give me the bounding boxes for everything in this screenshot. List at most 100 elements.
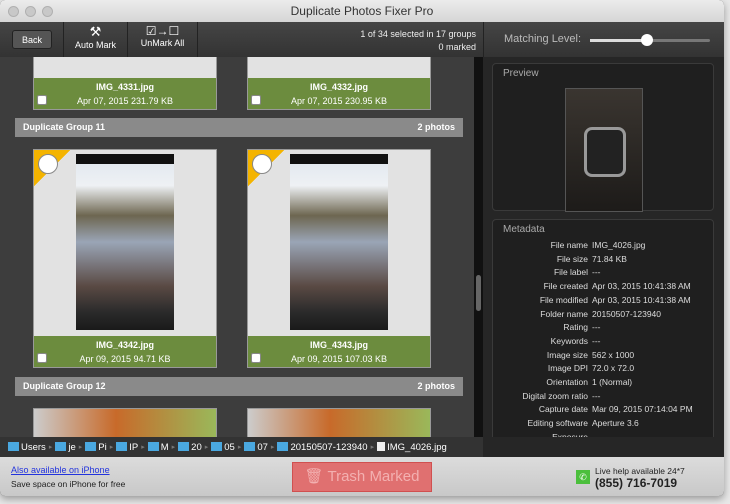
metadata-value: Apr 03, 2015 10:41:38 AM: [592, 281, 691, 292]
details-panel: Preview Metadata File name IMG_4026.jpg Fil…: [483, 57, 724, 455]
magic-wand-icon: ⚒: [89, 24, 102, 39]
photo-card[interactable]: [33, 408, 217, 437]
unmark-icon: ☑→☐: [145, 24, 180, 38]
metadata-value: Aperture 3.6: [592, 418, 639, 429]
metadata-value: ---: [592, 335, 601, 346]
zoom-button[interactable]: [42, 6, 53, 17]
path-item[interactable]: Pi: [85, 442, 107, 453]
metadata-row: File label ---: [493, 266, 713, 280]
checkbox[interactable]: [37, 353, 47, 363]
preview-image: [565, 88, 643, 212]
bottom-bar: Also available on iPhone Save space on i…: [0, 457, 724, 496]
folder-icon: [244, 442, 256, 452]
checkbox[interactable]: [251, 353, 261, 363]
metadata-row: File created Apr 03, 2015 10:41:38 AM: [493, 280, 713, 294]
grid-scrollbar[interactable]: [474, 57, 483, 437]
marked-count: 0 marked: [438, 42, 476, 52]
photo-card[interactable]: IMG_4332.jpg Apr 07, 2015 230.95 KB: [247, 57, 431, 110]
metadata-key: Digital zoom ratio: [522, 390, 588, 401]
path-item[interactable]: M: [147, 442, 169, 453]
path-item[interactable]: IMG_4026.jpg: [377, 442, 447, 453]
folder-icon: [8, 442, 19, 452]
metadata-row: Image DPI 72.0 x 72.0: [493, 362, 713, 376]
folder-icon: [85, 442, 97, 452]
photo-card[interactable]: IMG_4342.jpg Apr 09, 2015 94.71 KB: [33, 149, 217, 368]
path-separator-icon: ▸: [370, 444, 375, 451]
folder-icon: [178, 442, 190, 452]
title-bar: Duplicate Photos Fixer Pro: [0, 0, 724, 22]
metadata-key: Rating: [563, 322, 588, 333]
metadata-key: Orientation: [546, 377, 588, 388]
path-item[interactable]: 05: [211, 442, 235, 453]
metadata-key: File size: [556, 253, 588, 264]
photo-card[interactable]: IMG_4331.jpg Apr 07, 2015 231.79 KB: [33, 57, 217, 110]
metadata-row: Orientation 1 (Normal): [493, 376, 713, 390]
app-window: Duplicate Photos Fixer Pro Back ⚒ Auto Ma…: [0, 0, 724, 496]
metadata-value: Apr 03, 2015 10:41:38 AM: [592, 294, 691, 305]
metadata-key: Image DPI: [547, 363, 588, 374]
metadata-value: 20150507-123940: [592, 308, 662, 319]
auto-mark-button[interactable]: ⚒ Auto Mark: [64, 22, 128, 57]
folder-icon: [55, 442, 67, 452]
photo-card[interactable]: IMG_4343.jpg Apr 09, 2015 107.03 KB: [247, 149, 431, 368]
metadata-value: 72.0 x 72.0: [592, 363, 635, 374]
metadata-key: Capture date: [538, 404, 588, 415]
group-header: Duplicate Group 12 2 photos: [15, 377, 463, 396]
trash-icon: 🗑: [304, 468, 328, 485]
metadata-value: 1 (Normal): [592, 377, 633, 388]
folder-icon: [147, 442, 159, 452]
path-separator-icon: ▸: [78, 444, 83, 451]
toolbar: Back ⚒ Auto Mark ☑→☐ UnMark All 1 of 34 se…: [0, 22, 724, 57]
metadata-value: ---: [592, 267, 601, 278]
path-separator-icon: ▸: [48, 444, 53, 451]
window-title: Duplicate Photos Fixer Pro: [290, 4, 434, 18]
path-separator-icon: ▸: [270, 444, 275, 451]
metadata-row: File modified Apr 03, 2015 10:41:38 AM: [493, 294, 713, 308]
metadata-key: Editing software: [527, 418, 588, 429]
metadata-value: ---: [592, 390, 601, 401]
metadata-value: Mar 09, 2015 07:14:04 PM: [592, 404, 693, 415]
unmark-all-button[interactable]: ☑→☐ UnMark All: [128, 22, 198, 57]
metadata-row: Keywords ---: [493, 335, 713, 349]
metadata-row: Capture date Mar 09, 2015 07:14:04 PM: [493, 403, 713, 417]
folder-icon: [277, 442, 289, 452]
metadata-value: 71.84 KB: [592, 253, 627, 264]
phone-icon: ✆: [576, 470, 590, 484]
path-separator-icon: ▸: [109, 444, 114, 451]
metadata-panel: Metadata File name IMG_4026.jpg File size 71…: [492, 219, 714, 455]
preview-panel: Preview: [492, 63, 714, 212]
path-item[interactable]: je: [55, 442, 76, 453]
matching-level-label: Matching Level:: [504, 33, 582, 45]
metadata-key: Image size: [546, 349, 588, 360]
trash-marked-button[interactable]: 🗑 Trash Marked: [292, 462, 432, 492]
file-icon: [377, 442, 386, 452]
photo-thumbnail: [290, 154, 388, 330]
path-item[interactable]: 07: [244, 442, 268, 453]
photo-card[interactable]: [247, 408, 431, 437]
group-header: Duplicate Group 11 2 photos: [15, 118, 463, 137]
metadata-row: File name IMG_4026.jpg: [493, 239, 713, 253]
photo-grid: IMG_4331.jpg Apr 07, 2015 231.79 KB IMG_4…: [0, 57, 474, 437]
path-item[interactable]: IP: [116, 442, 138, 453]
metadata-value: ---: [592, 322, 601, 333]
checkbox[interactable]: [251, 95, 261, 105]
metadata-key: File created: [543, 281, 588, 292]
slider-knob[interactable]: [641, 34, 653, 46]
metadata-row: File size 71.84 KB: [493, 253, 713, 267]
checkbox[interactable]: [37, 95, 47, 105]
metadata-row: Editing software Aperture 3.6: [493, 417, 713, 431]
path-separator-icon: ▸: [204, 444, 209, 451]
iphone-link[interactable]: Also available on iPhone: [11, 465, 110, 475]
metadata-key: Keywords: [550, 335, 588, 346]
metadata-key: File name: [550, 240, 588, 250]
path-item[interactable]: 20: [178, 442, 202, 453]
path-item[interactable]: Users: [8, 442, 46, 453]
matching-level-slider[interactable]: [590, 34, 710, 46]
metadata-value: 562 x 1000: [592, 349, 635, 360]
path-item[interactable]: 20150507-123940: [277, 442, 368, 453]
path-separator-icon: ▸: [141, 444, 145, 451]
path-bar: Users ▸ je ▸ Pi ▸ IP ▸ M ▸ 20 ▸ 05 ▸ 07 ▸ 20150507-12394…: [0, 437, 483, 457]
close-button[interactable]: [8, 6, 19, 17]
back-button[interactable]: Back: [12, 30, 52, 49]
minimize-button[interactable]: [25, 6, 36, 17]
